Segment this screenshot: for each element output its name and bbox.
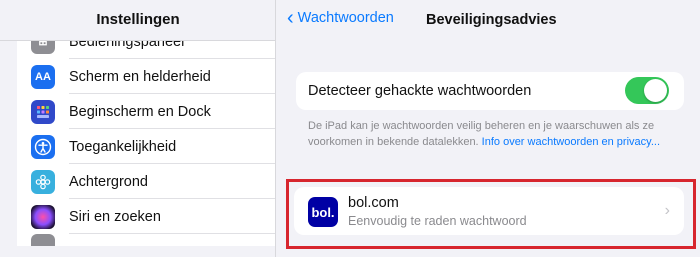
sidebar-item-label: Achtergrond bbox=[69, 173, 148, 190]
privacy-info-link[interactable]: Info over wachtwoorden en privacy... bbox=[482, 136, 660, 148]
siri-icon bbox=[31, 204, 55, 229]
highlight-frame bbox=[286, 179, 696, 249]
sidebar-item-label: Toegankelijkheid bbox=[69, 138, 177, 155]
sidebar-list: ⊞ Bedieningspaneel AA Scherm en helderhe… bbox=[17, 24, 275, 246]
sidebar-item-siri[interactable]: Siri en zoeken bbox=[17, 199, 275, 234]
detect-breached-passwords-toggle[interactable] bbox=[625, 77, 669, 104]
detect-breached-passwords-row: Detecteer gehackte wachtwoorden bbox=[296, 72, 684, 110]
sidebar-item-display[interactable]: AA Scherm en helderheid bbox=[17, 59, 275, 94]
navigation-bar: ‹ Wachtwoorden Beveiligingsadvies bbox=[277, 0, 700, 44]
page-title: Beveiligingsadvies bbox=[426, 12, 557, 28]
sidebar-item-accessibility[interactable]: Toegankelijkheid bbox=[17, 129, 275, 164]
chevron-left-icon: ‹ bbox=[287, 7, 294, 29]
display-brightness-icon: AA bbox=[31, 64, 55, 89]
sidebar-item-next[interactable] bbox=[17, 234, 275, 246]
wallpaper-icon bbox=[31, 169, 55, 194]
accessibility-icon bbox=[31, 134, 55, 159]
settings-sidebar: ⊞ Bedieningspaneel AA Scherm en helderhe… bbox=[0, 0, 276, 257]
sidebar-item-home-screen[interactable]: Beginscherm en Dock bbox=[17, 94, 275, 129]
sidebar-item-label: Scherm en helderheid bbox=[69, 68, 211, 85]
sidebar-item-label: Siri en zoeken bbox=[69, 208, 161, 225]
back-button-label: Wachtwoorden bbox=[297, 10, 394, 26]
detect-breached-passwords-label: Detecteer gehackte wachtwoorden bbox=[308, 83, 532, 99]
home-screen-icon bbox=[31, 99, 55, 124]
sidebar-item-wallpaper[interactable]: Achtergrond bbox=[17, 164, 275, 199]
sidebar-item-label: Beginscherm en Dock bbox=[69, 103, 211, 120]
detect-footnote: De iPad kan je wachtwoorden veilig beher… bbox=[308, 118, 668, 150]
back-button[interactable]: ‹ Wachtwoorden bbox=[287, 7, 394, 29]
sidebar-title: Instellingen bbox=[96, 11, 180, 28]
sidebar-header-divider bbox=[0, 40, 275, 41]
settings-icon bbox=[31, 234, 55, 246]
toggle-knob bbox=[644, 79, 667, 102]
